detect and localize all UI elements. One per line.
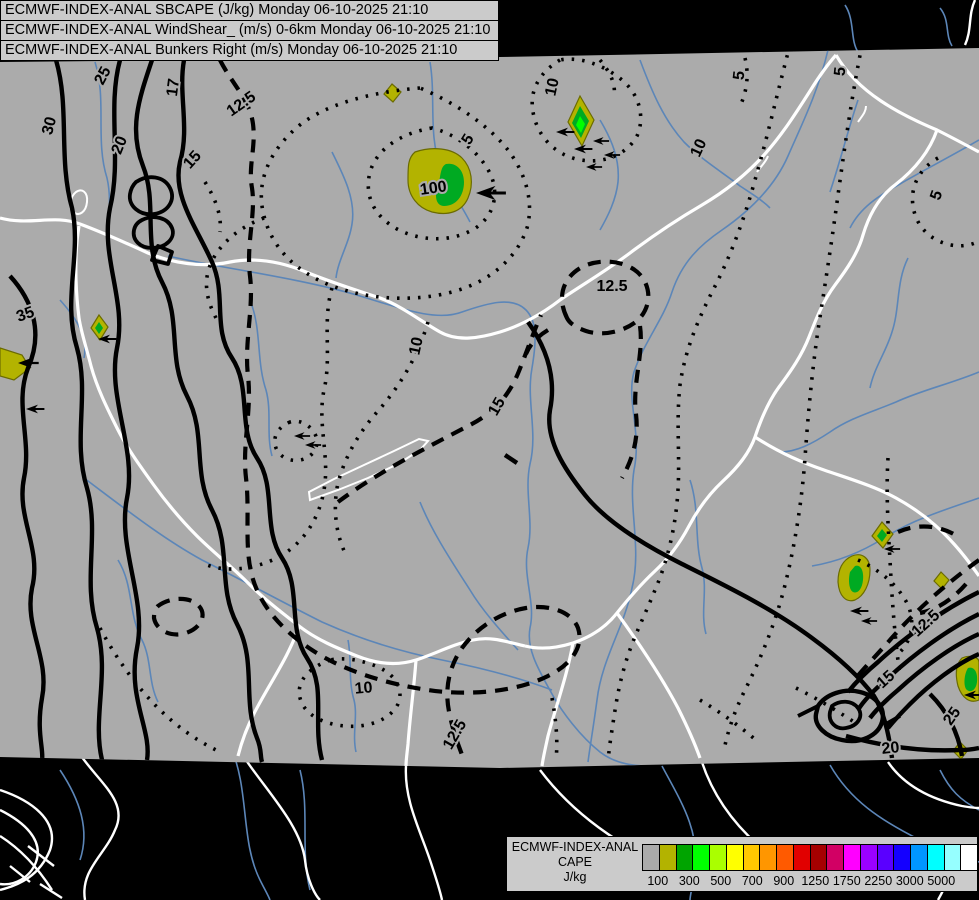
legend-swatch-17: [926, 844, 945, 871]
legend-title-model: ECMWF-INDEX-ANAL: [511, 840, 639, 854]
header-title-box: ECMWF-INDEX-ANAL SBCAPE (J/kg) Monday 06…: [0, 0, 499, 61]
contour-label: 20: [881, 739, 901, 758]
legend-swatch-16: [910, 844, 928, 871]
contour-label: 10: [406, 335, 426, 356]
map-canvas: 2530201712.515355100105 512.5101510512.51…: [0, 0, 979, 900]
legend-swatch-13: [859, 844, 878, 871]
contour-label: 17: [164, 77, 183, 97]
contour-label: 5: [731, 70, 749, 81]
legend-swatch-8: [776, 844, 794, 871]
legend-swatch-3: [692, 844, 710, 871]
legend-tick: 700: [741, 874, 763, 888]
legend-swatch-5: [725, 844, 744, 871]
legend-swatch-1: [658, 844, 677, 871]
legend-swatch-14: [876, 844, 895, 871]
legend-swatch-2: [675, 844, 694, 871]
legend-tick: 5000: [927, 874, 956, 888]
legend-tick: 300: [678, 874, 700, 888]
title-line-sbcape: ECMWF-INDEX-ANAL SBCAPE (J/kg) Monday 06…: [1, 1, 498, 21]
legend-tick: 500: [710, 874, 732, 888]
legend-tick: 3000: [895, 874, 924, 888]
legend-tick: 1750: [832, 874, 861, 888]
title-line-windshear: ECMWF-INDEX-ANAL WindShear_ (m/s) 0-6km …: [1, 21, 498, 41]
legend-swatch-0: [642, 844, 660, 871]
title-line-bunkers: ECMWF-INDEX-ANAL Bunkers Right (m/s) Mon…: [5, 42, 458, 58]
legend-tick: 100: [647, 874, 669, 888]
contour-label: 10: [354, 679, 373, 697]
legend-swatch-15: [893, 844, 911, 871]
legend-title-unit: J/kg: [563, 870, 587, 884]
legend-tick: 2250: [864, 874, 893, 888]
legend-tick: 1250: [801, 874, 830, 888]
weather-map-page: 25 30 20 17 12.5 15 35 5 100 10 5 5 12.5 10 15 10 5 12.5 1…: [0, 0, 979, 900]
contour-label: 10: [542, 76, 562, 97]
legend-swatch-9: [792, 844, 811, 871]
legend-swatch-11: [826, 844, 844, 871]
legend-swatch-18: [943, 844, 962, 871]
legend-title-param: CAPE: [557, 855, 593, 869]
legend-swatch-7: [759, 844, 777, 871]
legend-color-scale: [642, 844, 978, 871]
legend-swatch-10: [809, 844, 828, 871]
contour-label: 5: [832, 66, 850, 77]
legend-swatch-6: [742, 844, 761, 871]
legend-swatch-12: [843, 844, 861, 871]
legend-tick: 900: [773, 874, 795, 888]
legend-swatch-4: [709, 844, 727, 871]
legend-swatch-19: [960, 844, 978, 871]
cape-legend: ECMWF-INDEX-ANAL CAPE J/kg 100 300 500 700 9…: [506, 836, 978, 892]
contour-label: 12.5: [596, 278, 627, 295]
legend-title: ECMWF-INDEX-ANAL CAPE J/kg: [511, 840, 639, 885]
